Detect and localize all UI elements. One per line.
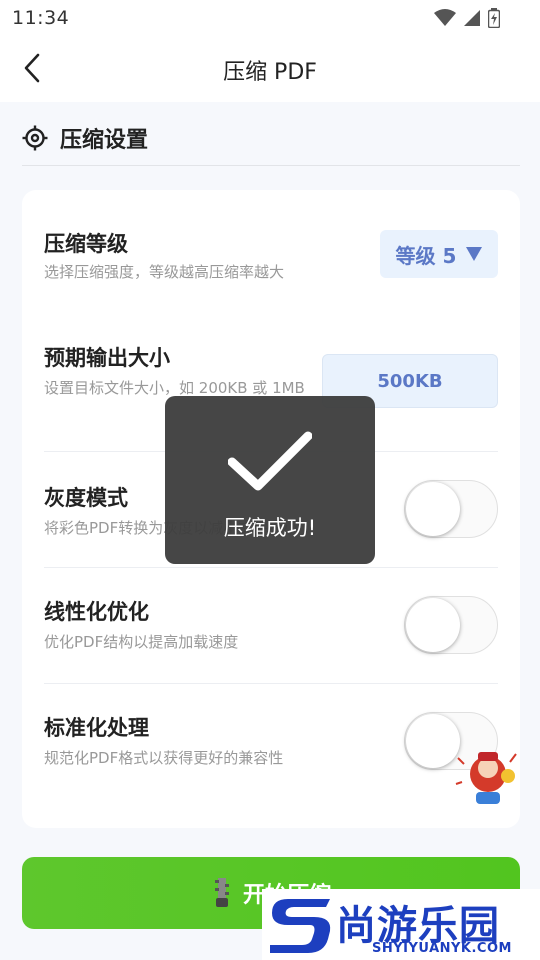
setting-row-linearize: 线性化优化 优化PDF结构以提高加载速度	[44, 568, 498, 684]
toast-message: 压缩成功!	[223, 516, 317, 540]
watermark-logo-icon	[270, 899, 331, 953]
checkmark-icon	[228, 431, 312, 491]
wifi-icon	[434, 9, 456, 26]
setting-title: 标准化处理	[44, 716, 149, 740]
success-toast: 压缩成功!	[165, 396, 375, 564]
app-bar: 压缩 PDF	[0, 36, 540, 102]
zipper-icon	[214, 878, 229, 907]
section-header: 压缩设置	[22, 110, 520, 166]
gear-icon	[22, 125, 48, 150]
status-icons	[434, 8, 500, 28]
setting-title: 预期输出大小	[44, 346, 170, 370]
battery-icon	[488, 8, 500, 28]
page-title: 压缩 PDF	[223, 60, 317, 85]
setting-row-normalize: 标准化处理 规范化PDF格式以获得更好的兼容性	[44, 684, 498, 804]
watermark: 尚游乐园 SHYIYUANYK.COM	[262, 889, 540, 960]
status-bar: 11:34	[0, 0, 540, 36]
setting-title: 线性化优化	[44, 600, 149, 624]
setting-desc: 规范化PDF格式以获得更好的兼容性	[44, 749, 284, 767]
toggle-knob	[406, 598, 460, 652]
status-time: 11:34	[12, 7, 70, 29]
watermark-url: SHYIYUANYK.COM	[372, 941, 512, 956]
toggle-knob	[406, 482, 460, 536]
linearize-toggle[interactable]	[404, 596, 498, 654]
mascot-decoration	[455, 752, 517, 804]
grayscale-toggle[interactable]	[404, 480, 498, 538]
setting-desc: 优化PDF结构以提高加载速度	[44, 633, 239, 651]
section-title: 压缩设置	[60, 127, 149, 153]
signal-icon	[464, 10, 480, 26]
setting-title: 灰度模式	[44, 486, 128, 510]
